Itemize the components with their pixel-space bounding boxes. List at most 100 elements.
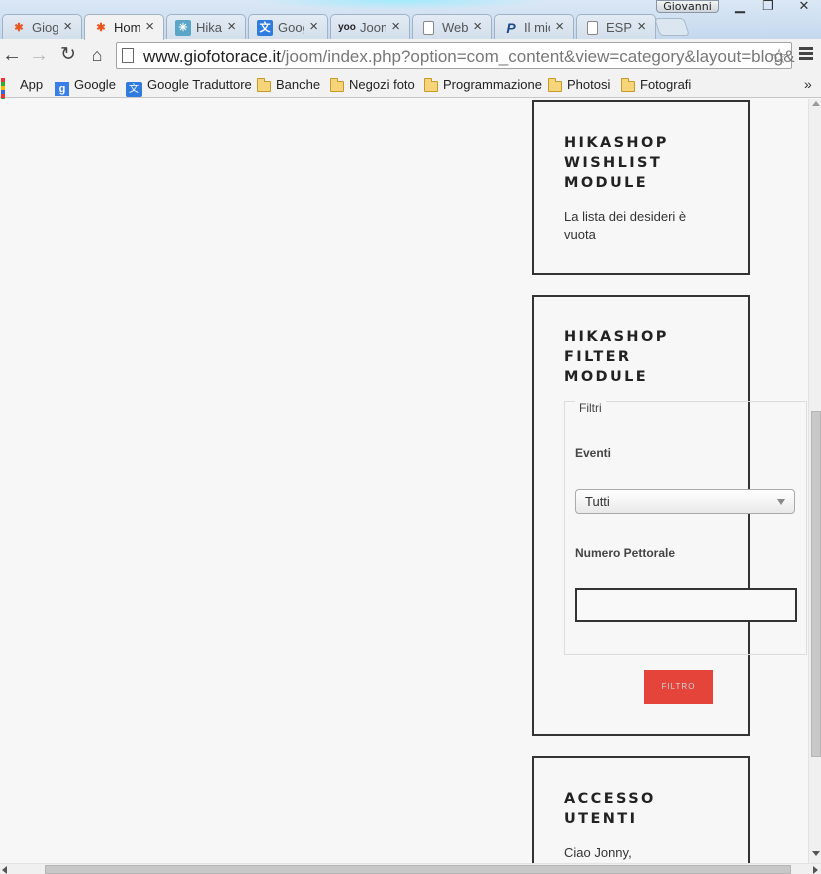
close-window-icon[interactable]: ✕ [790, 0, 818, 13]
bookmark-star-icon[interactable]: ☆ [770, 44, 788, 69]
wishlist-empty-text: La lista dei desideri è vuota [564, 209, 687, 242]
page-icon [423, 21, 434, 35]
google-translate-icon: 文 [126, 82, 142, 97]
page-viewport: HIKASHOP WISHLIST MODULE La lista dei de… [0, 99, 808, 863]
tab-label: Joom [360, 20, 386, 35]
tab-label: Web [442, 20, 468, 35]
folder-icon [548, 78, 562, 92]
yootheme-icon: yoo [338, 22, 356, 33]
close-tab-icon[interactable]: × [637, 18, 646, 35]
tab-google-translate[interactable]: 文 Goog × [248, 14, 328, 39]
horizontal-scroll-thumb[interactable] [45, 865, 791, 874]
events-label: Eventi [575, 446, 612, 460]
bookmark-label: Programmazione [443, 77, 542, 92]
url-path: /joom/index.php?option=com_content&view=… [280, 47, 795, 66]
bookmark-label: Negozi foto [349, 77, 415, 92]
tab-home[interactable]: ✱ Hom × [84, 14, 164, 40]
bookmark-label: Google [74, 77, 116, 92]
profile-button[interactable]: Giovanni [656, 0, 719, 13]
scroll-left-arrow-icon[interactable] [2, 866, 7, 874]
login-module-title: ACCESSO UTENTI [564, 791, 656, 827]
tab-label: Giogi [32, 20, 58, 35]
tab-label: ESP [606, 20, 632, 35]
reload-icon[interactable]: ↻ [57, 44, 79, 66]
events-selected-value: Tutti [585, 494, 610, 509]
tab-hikashop[interactable]: ✳ Hika × [166, 14, 246, 39]
horizontal-scrollbar[interactable] [0, 863, 821, 874]
bookmark-label: Banche [276, 77, 321, 92]
vertical-scroll-thumb[interactable] [811, 411, 821, 757]
bookmark-label: Google Traduttore [147, 77, 252, 92]
scroll-up-arrow-icon[interactable] [812, 101, 820, 106]
bookmark-photosi[interactable]: Photosi [548, 76, 610, 94]
bookmark-label: Photosi [567, 77, 611, 92]
tab-esp[interactable]: ESP × [576, 14, 656, 39]
bookmark-negozi-foto[interactable]: Negozi foto [330, 76, 415, 94]
events-select[interactable]: Tutti [575, 489, 795, 514]
new-tab-button[interactable] [654, 18, 690, 36]
tab-strip: ✱ Giogi × ✱ Hom × ✳ Hika × 文 Goog × yoo … [0, 0, 821, 40]
joomla-icon: ✱ [14, 22, 24, 34]
chevron-down-icon [777, 499, 785, 505]
close-tab-icon[interactable]: × [555, 18, 564, 35]
bookmark-fotografi[interactable]: Fotografi [621, 76, 691, 94]
tab-joomla[interactable]: yoo Joom × [330, 14, 410, 39]
page-icon [122, 48, 134, 63]
tab-web[interactable]: Web × [412, 14, 492, 39]
login-module: ACCESSO UTENTI Ciao Jonny, [532, 756, 750, 863]
paypal-icon: P [506, 20, 516, 36]
back-arrow-icon[interactable]: ← [1, 44, 23, 66]
scroll-down-arrow-icon[interactable] [812, 851, 820, 856]
address-bar[interactable]: www.giofotorace.it/joom/index.php?option… [116, 42, 795, 69]
close-tab-icon[interactable]: × [145, 18, 154, 35]
filter-module-title: HIKASHOP FILTER MODULE [564, 329, 669, 385]
bookmark-banche[interactable]: Banche [257, 76, 320, 94]
toolbar: ← → ↻ ⌂ www.giofotorace.it/joom/index.ph… [0, 39, 821, 72]
titlebar-glow [250, 0, 550, 10]
tab-paypal[interactable]: P Il mio × [494, 14, 574, 39]
close-tab-icon[interactable]: × [473, 18, 482, 35]
folder-icon [621, 78, 635, 92]
bookmarks-bar: App g Google 文 Google Traduttore Banche Ne… [0, 72, 821, 114]
forward-arrow-icon[interactable]: → [28, 44, 50, 66]
home-icon[interactable]: ⌂ [86, 44, 108, 66]
tab-giogi[interactable]: ✱ Giogi × [2, 14, 82, 39]
wishlist-module-title: HIKASHOP WISHLIST MODULE [564, 135, 669, 191]
close-tab-icon[interactable]: × [309, 18, 318, 35]
close-tab-icon[interactable]: × [63, 18, 72, 35]
url-text: www.giofotorace.it/joom/index.php?option… [143, 47, 795, 67]
browser-window: ✱ Giogi × ✱ Hom × ✳ Hika × 文 Goog × yoo … [0, 0, 821, 874]
tab-label: Il mio [524, 20, 550, 35]
vertical-scrollbar[interactable] [808, 99, 821, 863]
more-bookmarks-icon[interactable]: » [804, 76, 812, 92]
folder-icon [257, 78, 271, 92]
close-tab-icon[interactable]: × [391, 18, 400, 35]
folder-icon [424, 78, 438, 92]
hikashop-icon: ✳ [175, 20, 191, 36]
google-translate-icon: 文 [257, 20, 273, 36]
joomla-icon: ✱ [96, 22, 106, 34]
tab-label: Hom [114, 20, 140, 35]
filters-legend: Filtri [575, 401, 606, 415]
url-host: www.giofotorace.it [143, 47, 281, 66]
filter-button[interactable]: FILTRO [644, 670, 713, 704]
bookmark-programmazione[interactable]: Programmazione [424, 76, 542, 94]
bookmark-label: App [20, 77, 44, 92]
google-icon: g [55, 82, 69, 96]
bookmark-app[interactable]: App [1, 76, 44, 114]
wishlist-module: HIKASHOP WISHLIST MODULE La lista dei de… [532, 100, 750, 275]
restore-icon[interactable]: ❐ [755, 0, 781, 13]
minimize-icon[interactable]: ▁ [727, 0, 753, 13]
tab-label: Goog [278, 20, 304, 35]
login-greeting: Ciao Jonny, [564, 845, 632, 860]
bookmark-label: Fotografi [640, 77, 692, 92]
menu-icon[interactable] [799, 47, 813, 61]
scroll-right-arrow-icon[interactable] [813, 866, 818, 874]
bib-number-input[interactable] [575, 588, 797, 622]
close-tab-icon[interactable]: × [227, 18, 236, 35]
folder-icon [330, 78, 344, 92]
bookmark-google-translate[interactable]: 文 Google Traduttore [126, 76, 252, 97]
bib-number-label: Numero Pettorale [575, 546, 676, 560]
tab-label: Hika [196, 20, 222, 35]
bookmark-google[interactable]: g Google [55, 76, 116, 96]
